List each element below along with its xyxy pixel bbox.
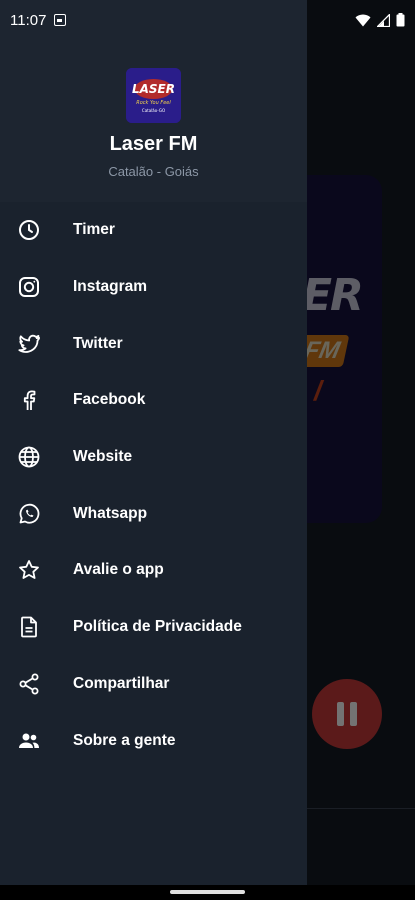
system-nav-bar [0,885,415,900]
station-location: Catalão - Goiás [108,164,199,179]
menu-item-label: Sobre a gente [73,731,176,749]
menu-item-website[interactable]: Website [0,429,307,486]
home-gesture-handle[interactable] [170,890,245,894]
logo-text: LASER [132,82,175,96]
battery-icon [396,13,405,27]
menu-item-label: Avalie o app [73,561,164,579]
share-icon [16,671,42,697]
notification-icon [54,14,67,26]
signal-icon [377,13,390,27]
menu-item-about-us[interactable]: Sobre a gente [0,712,307,769]
logo-city: Catalão-GO [142,108,165,113]
people-icon [16,728,42,754]
globe-icon [16,444,42,470]
instagram-icon [16,274,42,300]
menu-item-rate-app[interactable]: Avalie o app [0,542,307,599]
menu-item-twitter[interactable]: Twitter [0,315,307,372]
menu-item-label: Política de Privacidade [73,618,242,636]
clock-icon [16,217,42,243]
menu-item-share[interactable]: Compartilhar [0,656,307,713]
wifi-icon [355,14,371,26]
menu-item-label: Facebook [73,391,146,409]
menu-item-facebook[interactable]: Facebook [0,372,307,429]
menu-item-label: Timer [73,221,115,239]
facebook-icon [16,387,42,413]
logo-tagline: Rock You Feel [136,100,171,106]
twitter-icon [16,331,42,357]
drawer-menu: Timer Instagram Twitter Facebook Website… [0,202,307,769]
station-name: Laser FM [109,133,198,155]
star-icon [16,557,42,583]
status-time: 11:07 [10,11,47,29]
menu-item-whatsapp[interactable]: Whatsapp [0,485,307,542]
menu-item-instagram[interactable]: Instagram [0,259,307,316]
menu-item-label: Twitter [73,334,123,352]
station-logo-graphic: LASER Rock You Feel Catalão-GO [126,68,181,123]
menu-item-privacy-policy[interactable]: Política de Privacidade [0,599,307,656]
document-icon [16,614,42,640]
menu-item-label: Compartilhar [73,674,170,692]
navigation-drawer: LASER Rock You Feel Catalão-GO Laser FM … [0,0,307,885]
station-logo: LASER Rock You Feel Catalão-GO [126,68,181,123]
whatsapp-icon [16,501,42,527]
menu-item-label: Whatsapp [73,504,148,522]
menu-item-label: Instagram [73,278,148,296]
status-bar: 11:07 [0,0,415,40]
menu-item-timer[interactable]: Timer [0,202,307,259]
menu-item-label: Website [73,448,133,466]
